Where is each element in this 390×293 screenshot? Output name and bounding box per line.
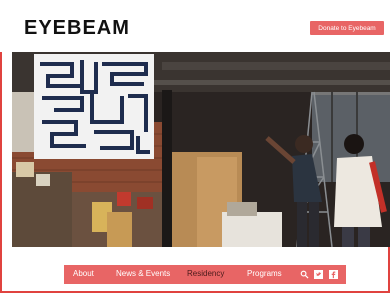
search-icon[interactable] (300, 270, 309, 279)
site-logo[interactable]: EYEBEAM (24, 17, 130, 40)
site-header: EYEBEAM Donate to Eyebeam (0, 0, 390, 52)
nav-item-about[interactable]: About (73, 269, 94, 278)
twitter-icon[interactable] (314, 270, 323, 279)
nav-item-programs[interactable]: Programs (247, 269, 282, 278)
hero-image (12, 52, 390, 247)
nav-item-residency[interactable]: Residency (187, 269, 224, 278)
donate-button[interactable]: Donate to Eyebeam (310, 21, 384, 35)
facebook-icon[interactable] (329, 270, 338, 279)
main-nav: About News & Events Residency Programs (64, 265, 346, 284)
nav-item-news-events[interactable]: News & Events (116, 269, 170, 278)
